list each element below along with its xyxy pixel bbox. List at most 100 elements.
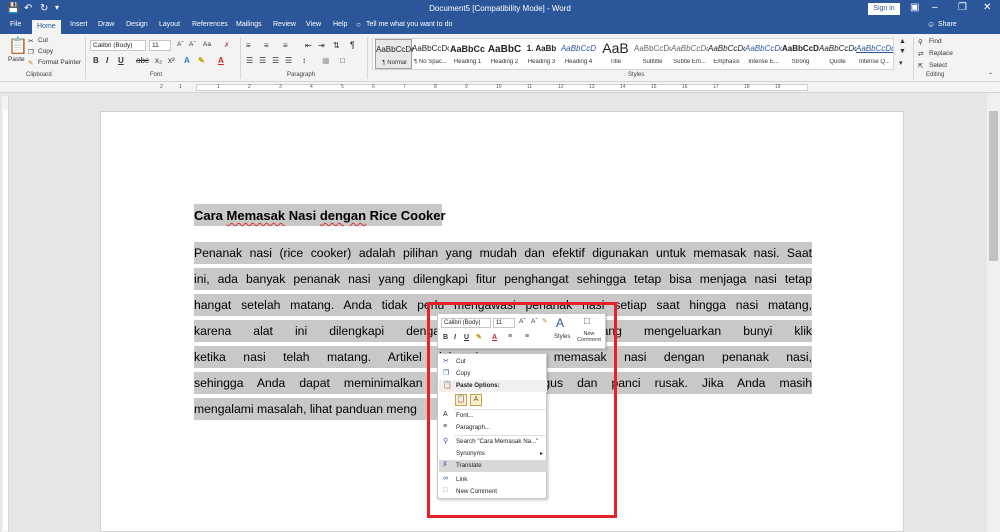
- bullets-icon[interactable]: ≡: [246, 41, 251, 50]
- tab-home[interactable]: Home: [32, 20, 61, 34]
- ruler-number: 12: [558, 84, 564, 90]
- line-spacing-icon[interactable]: ↕: [302, 56, 306, 65]
- select-button[interactable]: Select: [929, 62, 947, 69]
- styles-scroll-down-icon[interactable]: ▼: [899, 48, 906, 55]
- horizontal-ruler[interactable]: 2 1 1 2 3 4 5 6 7 8 9 10 11 12 13 14 15 …: [0, 82, 1000, 93]
- ruler-number: 9: [465, 84, 468, 90]
- ruler-number: 11: [527, 84, 533, 90]
- ruler-number: 5: [341, 84, 344, 90]
- styles-more-icon[interactable]: ▾: [899, 59, 903, 67]
- tab-help[interactable]: Help: [333, 21, 347, 28]
- tab-review[interactable]: Review: [273, 21, 296, 28]
- style-intense-emphasis[interactable]: AaBbCcDc Intense E...: [745, 39, 782, 69]
- style-heading-1[interactable]: AaBbCc Heading 1: [449, 39, 486, 69]
- ruler-number: 14: [620, 84, 626, 90]
- tell-me-search[interactable]: Tell me what you want to do: [366, 21, 452, 28]
- style-subtle-emphasis[interactable]: AaBbCcDc Subtle Em...: [671, 39, 708, 69]
- document-heading[interactable]: Cara Memasak Nasi dengan Rice Cooker: [194, 204, 446, 226]
- style-name: Subtitle: [642, 59, 663, 65]
- show-formatting-icon[interactable]: ¶: [350, 40, 355, 50]
- increase-indent-icon[interactable]: ⇥: [318, 41, 325, 50]
- font-color-icon[interactable]: A: [218, 56, 224, 65]
- minimize-icon[interactable]: –: [932, 2, 938, 13]
- ruler-number: 1: [179, 84, 182, 90]
- clipboard-group-label: Clipboard: [26, 72, 52, 78]
- style-heading-4[interactable]: AaBbCcD Heading 4: [560, 39, 597, 69]
- collapse-ribbon-icon[interactable]: ⌃: [988, 72, 993, 79]
- change-case-icon[interactable]: Aa: [203, 41, 211, 48]
- multilevel-list-icon[interactable]: ≡: [283, 41, 288, 50]
- heading-word: Nasi: [288, 208, 317, 223]
- style-no-spacing[interactable]: AaBbCcDc ¶ No Spac...: [412, 39, 449, 69]
- tab-file[interactable]: File: [10, 21, 21, 28]
- bold-icon[interactable]: B: [93, 56, 99, 65]
- ribbon-tabs: File Home Insert Draw Design Layout Refe…: [0, 19, 1000, 34]
- tab-references[interactable]: References: [192, 21, 228, 28]
- styles-scroll-up-icon[interactable]: ▲: [899, 38, 906, 45]
- copy-icon: ❐: [28, 49, 34, 56]
- style-normal[interactable]: AaBbCcDc ¶ Normal: [375, 39, 413, 69]
- heading-word: dengan: [319, 208, 367, 223]
- subscript-icon[interactable]: x₂: [155, 56, 162, 65]
- restore-icon[interactable]: ❐: [958, 2, 967, 13]
- sign-in-button[interactable]: Sign in: [868, 3, 900, 15]
- tab-view[interactable]: View: [306, 21, 321, 28]
- vertical-ruler[interactable]: [2, 96, 9, 532]
- decrease-indent-icon[interactable]: ⇤: [305, 41, 312, 50]
- paste-button[interactable]: Paste: [8, 56, 25, 63]
- align-left-icon[interactable]: ☰: [246, 56, 253, 65]
- underline-icon[interactable]: U: [118, 56, 124, 65]
- tab-layout[interactable]: Layout: [159, 21, 180, 28]
- ribbon-options-icon[interactable]: ▣: [910, 2, 919, 13]
- numbering-icon[interactable]: ≡: [264, 41, 269, 50]
- font-size-combo[interactable]: 11: [149, 40, 171, 51]
- editing-group-label: Editing: [926, 72, 945, 78]
- sort-icon[interactable]: ⇅: [333, 41, 340, 50]
- style-title[interactable]: AaB Title: [597, 39, 634, 69]
- style-name: ¶ No Spac...: [414, 59, 447, 65]
- tab-insert[interactable]: Insert: [70, 21, 88, 28]
- share-button[interactable]: Share: [938, 21, 957, 28]
- style-name: Heading 1: [453, 59, 482, 65]
- shading-icon[interactable]: ▦: [322, 56, 330, 65]
- ruler-number: 7: [403, 84, 406, 90]
- vertical-scrollbar[interactable]: [987, 93, 1000, 532]
- paste-icon[interactable]: 📋: [8, 36, 28, 56]
- tab-mailings[interactable]: Mailings: [236, 21, 262, 28]
- ruler-number: 13: [589, 84, 595, 90]
- tab-design[interactable]: Design: [126, 21, 148, 28]
- shrink-font-icon[interactable]: Aˇ: [189, 41, 196, 48]
- tab-draw[interactable]: Draw: [98, 21, 114, 28]
- cut-button[interactable]: Cut: [38, 37, 48, 44]
- grow-font-icon[interactable]: Aˆ: [177, 41, 184, 48]
- strikethrough-icon[interactable]: abc: [136, 56, 149, 65]
- style-intense-quote[interactable]: AaBbCcDc Intense Q...: [856, 39, 893, 69]
- justify-icon[interactable]: ☰: [285, 56, 292, 65]
- align-center-icon[interactable]: ☰: [259, 56, 266, 65]
- style-subtitle[interactable]: AaBbCcDc Subtitle: [634, 39, 671, 69]
- borders-icon[interactable]: □: [340, 56, 345, 65]
- italic-icon[interactable]: I: [106, 56, 108, 65]
- format-painter-button[interactable]: Format Painter: [38, 59, 81, 66]
- ruler-number: 3: [279, 84, 282, 90]
- style-heading-3[interactable]: 1. AaBb Heading 3: [523, 39, 560, 69]
- style-strong[interactable]: AaBbCcDc Strong: [782, 39, 819, 69]
- replace-button[interactable]: Replace: [929, 50, 953, 57]
- font-name-combo[interactable]: Calibri (Body): [90, 40, 146, 51]
- close-icon[interactable]: ✕: [983, 2, 991, 13]
- ruler-number: 4: [310, 84, 313, 90]
- clear-formatting-icon[interactable]: ✗: [224, 41, 229, 49]
- style-preview: AaBbCcDc: [412, 44, 449, 53]
- align-right-icon[interactable]: ☰: [272, 56, 279, 65]
- style-name: Intense E...: [748, 59, 779, 65]
- style-heading-2[interactable]: AaBbC Heading 2: [486, 39, 523, 69]
- scrollbar-thumb[interactable]: [989, 111, 998, 261]
- style-quote[interactable]: AaBbCcDc Quote: [819, 39, 856, 69]
- find-button[interactable]: Find: [929, 38, 942, 45]
- heading-word: Cara: [194, 208, 223, 223]
- text-effects-icon[interactable]: A: [184, 56, 190, 65]
- superscript-icon[interactable]: x²: [168, 56, 175, 65]
- style-emphasis[interactable]: AaBbCcDc Emphasis: [708, 39, 745, 69]
- copy-button[interactable]: Copy: [38, 48, 53, 55]
- highlight-color-icon[interactable]: ✎: [198, 56, 205, 65]
